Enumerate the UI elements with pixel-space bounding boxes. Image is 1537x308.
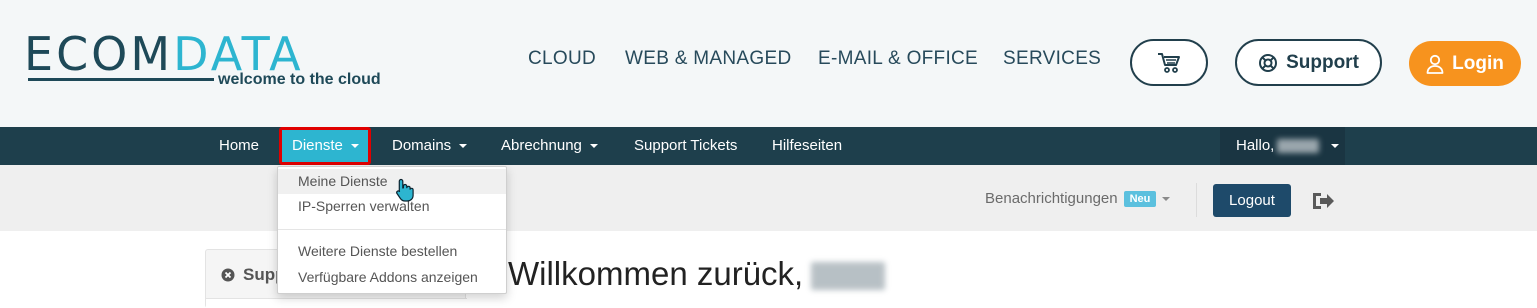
logout-button[interactable]: Logout (1213, 184, 1291, 217)
menu-item-ip-sperren[interactable]: IP-Sperren verwalten (278, 194, 506, 219)
sidebar-panel-body (206, 298, 467, 308)
main-navbar: Home Dienste Domains Abrechnung Support … (0, 127, 1537, 165)
redacted-name (811, 262, 886, 291)
topnav-services[interactable]: SERVICES (1003, 48, 1101, 74)
notifications-toggle[interactable]: Benachrichtigungen Neu (985, 190, 1171, 208)
chevron-down-icon (589, 144, 598, 149)
nav-domains-label: Domains (392, 137, 452, 154)
menu-divider (278, 229, 506, 230)
menu-item-addons[interactable]: Verfügbare Addons anzeigen (278, 265, 506, 290)
login-button-label: Login (1452, 52, 1504, 74)
logo-underline (28, 78, 214, 81)
close-circle-icon (221, 268, 235, 282)
lifebuoy-icon (1259, 53, 1278, 72)
chevron-down-icon (1331, 144, 1340, 149)
cart-button[interactable] (1130, 39, 1208, 86)
menu-item-meine-dienste[interactable]: Meine Dienste (278, 169, 506, 194)
welcome-text: Willkommen zurück, (508, 255, 804, 292)
hand-cursor-icon (396, 178, 414, 202)
menu-item-weitere-dienste[interactable]: Weitere Dienste bestellen (278, 239, 506, 264)
nav-abrechnung[interactable]: Abrechnung (501, 127, 598, 165)
logo-tagline: welcome to the cloud (218, 71, 381, 88)
logo-word-dark: ECOM (24, 27, 174, 81)
dienste-dropdown-menu: Meine Dienste IP-Sperren verwalten Weite… (277, 166, 507, 294)
notifications-label: Benachrichtigungen (985, 190, 1118, 207)
topnav-web-managed[interactable]: WEB & MANAGED (625, 48, 791, 74)
nav-home[interactable]: Home (219, 127, 259, 165)
support-button[interactable]: Support (1235, 39, 1382, 86)
user-menu[interactable]: Hallo, (1220, 127, 1345, 165)
secondary-bar: Benachrichtigungen Neu Logout (0, 165, 1537, 231)
divider (1196, 183, 1197, 217)
site-header: ECOMDATA welcome to the cloud CLOUD WEB … (0, 0, 1537, 127)
nav-abrechnung-label: Abrechnung (501, 137, 582, 154)
redacted-username (1277, 139, 1320, 154)
login-button[interactable]: Login (1409, 41, 1521, 86)
topnav-cloud[interactable]: CLOUD (528, 48, 596, 74)
cart-icon (1158, 52, 1180, 73)
support-button-label: Support (1286, 51, 1359, 73)
nav-support-tickets[interactable]: Support Tickets (634, 127, 737, 165)
logo[interactable]: ECOMDATA welcome to the cloud (24, 28, 384, 94)
sign-out-icon[interactable] (1311, 191, 1335, 211)
chevron-down-icon (459, 144, 468, 149)
annotation-highlight-box (279, 127, 371, 165)
user-menu-greeting: Hallo, (1236, 137, 1275, 154)
nav-hilfeseiten[interactable]: Hilfeseiten (772, 127, 842, 165)
page: ECOMDATA welcome to the cloud CLOUD WEB … (0, 0, 1537, 308)
welcome-heading: Willkommen zurück, (508, 255, 886, 293)
new-badge: Neu (1123, 191, 1157, 208)
user-icon (1426, 54, 1444, 74)
chevron-down-icon (1162, 197, 1171, 202)
nav-domains[interactable]: Domains (392, 127, 468, 165)
topnav-email-office[interactable]: E-MAIL & OFFICE (818, 48, 978, 74)
